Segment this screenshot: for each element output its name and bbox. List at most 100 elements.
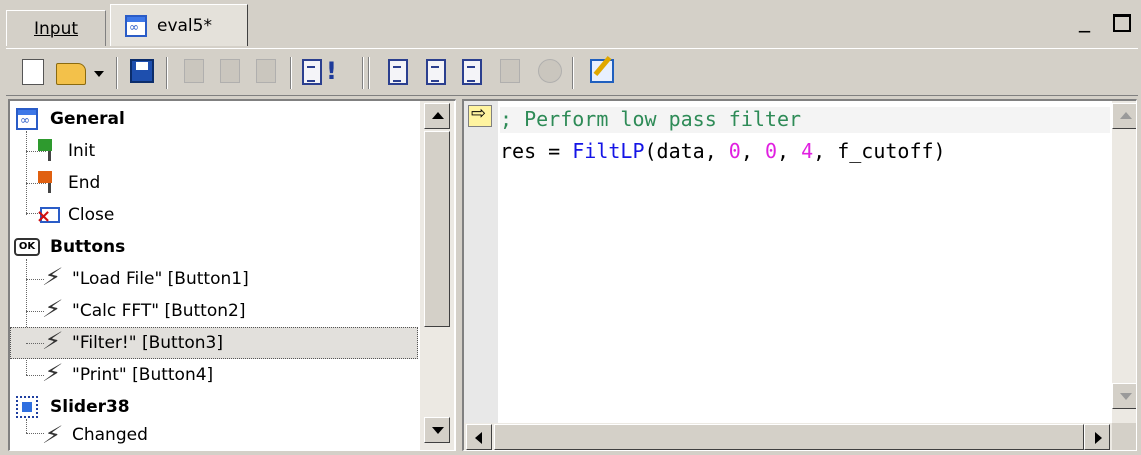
tree-vertical-scrollbar[interactable] xyxy=(420,101,454,450)
toggle-breakpoint-icon[interactable] xyxy=(500,59,520,83)
tree-item-end-label: End xyxy=(68,173,101,193)
toolbar-separator xyxy=(116,57,118,89)
tree-node-general[interactable]: General xyxy=(10,103,418,135)
tree-item-button3[interactable]: ⚡ "Filter!" [Button3] xyxy=(10,327,418,359)
tree-item-button1[interactable]: ⚡ "Load File" [Button1] xyxy=(10,263,418,295)
scroll-right-button[interactable] xyxy=(1084,424,1110,450)
code-separator: , xyxy=(776,139,802,163)
code-number: 4 xyxy=(801,139,814,163)
tree-connector xyxy=(26,279,44,280)
stop-icon[interactable] xyxy=(538,59,562,83)
scroll-down-button[interactable] xyxy=(424,417,450,443)
scroll-up-button[interactable] xyxy=(424,103,450,129)
scrollbar-thumb[interactable] xyxy=(424,131,450,327)
tree-node-slider38-label: Slider38 xyxy=(50,397,130,417)
cut-icon[interactable] xyxy=(184,59,204,83)
tree-item-init-label: Init xyxy=(68,141,96,161)
slider-control-icon xyxy=(16,396,38,418)
tree-node-buttons-label: Buttons xyxy=(50,237,126,257)
editor-gutter xyxy=(464,101,498,425)
scrollbar-corner xyxy=(1112,423,1136,450)
general-icon xyxy=(16,108,38,130)
tree-item-close-label: Close xyxy=(68,205,115,225)
open-folder-icon[interactable] xyxy=(56,63,86,85)
scroll-left-button[interactable] xyxy=(466,424,492,450)
tree-item-button1-label: "Load File" [Button1] xyxy=(72,269,249,289)
current-line-arrow-icon xyxy=(468,103,492,127)
script-document-icon xyxy=(125,14,147,37)
tree-item-close[interactable]: Close xyxy=(10,199,418,231)
ok-button-icon: OK xyxy=(14,238,40,256)
arrow-up-icon xyxy=(1120,112,1132,119)
lightning-event-icon: ⚡ xyxy=(40,359,65,387)
toolbar-separator xyxy=(572,57,574,89)
tree-item-button3-label: "Filter!" [Button3] xyxy=(72,333,223,353)
arrow-down-icon xyxy=(1120,393,1132,400)
arrow-left-icon xyxy=(475,432,482,444)
code-open-args: (data, xyxy=(644,139,729,163)
code-horizontal-scrollbar[interactable] xyxy=(464,423,1112,450)
tree-connector xyxy=(26,433,44,434)
tab-bar: Input eval5* _ xyxy=(0,0,1141,46)
tree-connector xyxy=(26,343,44,344)
lightning-event-icon: ⚡ xyxy=(40,295,65,323)
toolbar-separator xyxy=(368,57,370,89)
code-rest-args: , f_cutoff) xyxy=(813,139,946,163)
lightning-event-icon: ⚡ xyxy=(40,263,65,291)
tree-item-button2-label: "Calc FFT" [Button2] xyxy=(72,301,246,321)
tree-item-init[interactable]: Init xyxy=(10,135,418,167)
tree-node-general-label: General xyxy=(50,109,125,129)
arrow-right-icon xyxy=(1095,432,1102,444)
tree-connector xyxy=(26,183,46,184)
code-editor-pane[interactable]: ; Perform low pass filter res = FiltLP(d… xyxy=(462,99,1137,451)
open-dropdown-arrow-icon[interactable] xyxy=(94,71,104,77)
tree-item-button4[interactable]: ⚡ "Print" [Button4] xyxy=(10,359,418,391)
tab-eval5-label: eval5* xyxy=(157,15,212,36)
tree-node-buttons[interactable]: OK Buttons xyxy=(10,231,418,263)
save-icon[interactable] xyxy=(130,59,154,83)
code-line-1[interactable]: ; Perform low pass filter xyxy=(500,107,801,131)
paste-icon[interactable] xyxy=(256,59,276,83)
tree-item-changed-label: Changed xyxy=(72,425,148,445)
code-separator: , xyxy=(740,139,765,163)
tree-item-changed[interactable]: ⚡ Changed xyxy=(10,421,418,450)
tree-connector xyxy=(26,151,46,152)
arrow-down-icon xyxy=(432,427,444,434)
code-lhs: res = xyxy=(500,139,573,163)
toolbar-separator xyxy=(290,57,292,89)
event-tree-pane[interactable]: General Init End Close OK Buttons ⚡ "Loa… xyxy=(8,99,456,451)
code-line-2[interactable]: res = FiltLP(data, 0, 0, 4, f_cutoff) xyxy=(500,139,946,163)
edit-properties-icon[interactable] xyxy=(590,59,614,83)
scrollbar-thumb[interactable] xyxy=(494,424,1084,450)
tree-item-end[interactable]: End xyxy=(10,167,418,199)
scroll-down-button[interactable] xyxy=(1112,383,1136,409)
copy-icon[interactable] xyxy=(220,59,240,83)
code-number: 0 xyxy=(764,139,777,163)
run-script-icon[interactable] xyxy=(302,57,337,85)
tree-item-button2[interactable]: ⚡ "Calc FFT" [Button2] xyxy=(10,295,418,327)
maximize-button[interactable] xyxy=(1113,14,1131,32)
close-window-icon xyxy=(36,207,60,223)
code-number: 0 xyxy=(728,139,741,163)
code-function-name: FiltLP xyxy=(572,139,645,163)
step-over-icon[interactable] xyxy=(426,59,446,85)
tree-item-button4-label: "Print" [Button4] xyxy=(72,365,214,385)
toolbar-separator xyxy=(362,57,364,89)
new-file-icon[interactable] xyxy=(22,59,44,85)
tab-input[interactable]: Input xyxy=(6,10,106,46)
step-out-icon[interactable] xyxy=(462,59,482,85)
tab-input-label: Input xyxy=(33,18,79,39)
minimize-button[interactable]: _ xyxy=(1079,10,1097,32)
tab-eval5[interactable]: eval5* xyxy=(110,4,248,46)
end-flag-icon xyxy=(38,171,52,183)
lightning-event-icon: ⚡ xyxy=(40,327,65,355)
toolbar-separator xyxy=(166,57,168,89)
tree-connector xyxy=(26,311,44,312)
tree-connector xyxy=(26,375,44,376)
code-vertical-scrollbar[interactable] xyxy=(1112,101,1136,423)
scroll-up-button[interactable] xyxy=(1112,103,1136,129)
lightning-event-icon: ⚡ xyxy=(40,421,65,449)
arrow-up-icon xyxy=(432,112,444,119)
step-into-icon[interactable] xyxy=(388,59,408,85)
tree-node-slider38[interactable]: Slider38 xyxy=(10,391,418,423)
